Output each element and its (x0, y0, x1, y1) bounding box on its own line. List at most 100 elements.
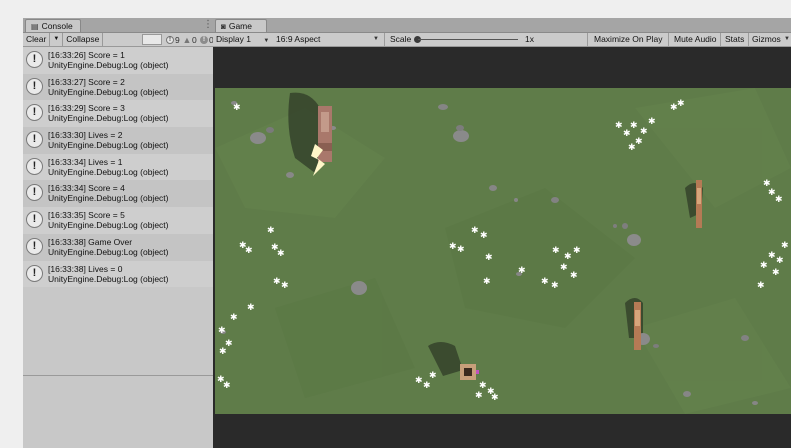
error-icon: ! (200, 35, 208, 44)
tab-console-label: Console (41, 21, 73, 31)
warning-count: 0 (192, 34, 197, 45)
log-message: [16:33:34] Lives = 1 (48, 156, 123, 167)
console-search-field[interactable] (142, 34, 162, 45)
svg-text:✱: ✱ (273, 277, 281, 287)
log-message: [16:33:30] Lives = 2 (48, 130, 123, 141)
log-list: ! [16:33:26] Score = 1 UnityEngine.Debug… (23, 47, 213, 288)
log-entry[interactable]: ! [16:33:34] Lives = 1 UnityEngine.Debug… (23, 153, 213, 181)
maximize-on-play-toggle[interactable]: Maximize On Play (594, 33, 663, 46)
stats-toggle[interactable]: Stats (725, 33, 744, 46)
log-source: UnityEngine.Debug:Log (object) (48, 193, 169, 204)
svg-text:✱: ✱ (247, 303, 255, 313)
tab-console[interactable]: ▤ Console (25, 19, 81, 32)
svg-text:✱: ✱ (630, 121, 638, 131)
display-dropdown[interactable]: Display 1 ▼ (216, 33, 269, 46)
console-detail-splitter[interactable] (23, 375, 213, 376)
svg-text:✱: ✱ (475, 391, 483, 401)
exclamation-icon: ! (26, 211, 43, 229)
clear-dropdown-arrow-icon[interactable]: ▼ (50, 33, 64, 46)
collapse-button[interactable]: Collapse (63, 33, 104, 46)
log-entry[interactable]: ! [16:33:34] Score = 4 UnityEngine.Debug… (23, 180, 213, 208)
toolbar-separator (668, 33, 669, 46)
svg-text:✱: ✱ (551, 281, 559, 291)
svg-text:✱: ✱ (281, 281, 289, 291)
scale-value: 1x (525, 34, 534, 44)
svg-text:✱: ✱ (415, 376, 423, 386)
toolbar-separator (720, 33, 721, 46)
svg-text:✱: ✱ (573, 246, 581, 256)
console-tab-strip: ▤ Console ⋮ (23, 18, 213, 33)
game-scene: ✱✱✱ ✱✱ ✱ ✱✱ ✱ ✱✱✱ ✱✱✱ ✱✱✱ ✱✱ ✱ ✱ ✱✱ ✱✱✱ ✱✱✱ … (215, 88, 791, 414)
svg-text:✱: ✱ (457, 245, 465, 255)
console-menu-icon[interactable]: ⋮ (203, 19, 213, 30)
log-entry[interactable]: ! [16:33:26] Score = 1 UnityEngine.Debug… (23, 47, 213, 74)
svg-text:✱: ✱ (471, 226, 479, 236)
svg-text:✱: ✱ (267, 226, 275, 236)
log-source: UnityEngine.Debug:Log (object) (48, 113, 169, 124)
svg-text:✱: ✱ (677, 99, 685, 109)
log-entry[interactable]: ! [16:33:38] Game Over UnityEngine.Debug… (23, 233, 213, 261)
log-entry[interactable]: ! [16:33:38] Lives = 0 UnityEngine.Debug… (23, 260, 213, 288)
enemy-bottom (634, 302, 641, 350)
svg-text:✱: ✱ (628, 143, 636, 153)
svg-text:✱: ✱ (623, 129, 631, 139)
svg-text:✱: ✱ (223, 381, 231, 391)
scale-slider-track[interactable] (418, 39, 518, 40)
exclamation-icon: ! (26, 237, 43, 255)
warning-count-toggle[interactable]: ▲ 0 (183, 33, 197, 46)
game-tab-strip: ◙ Game (213, 18, 791, 33)
game-panel: ◙ Game Display 1 ▼ 16:9 Aspect ▼ Scale 1… (213, 18, 791, 448)
svg-text:✱: ✱ (485, 253, 493, 263)
svg-text:✱: ✱ (564, 252, 572, 262)
error-count-toggle[interactable]: ! 0 (200, 33, 214, 46)
log-source: UnityEngine.Debug:Log (object) (48, 246, 169, 257)
svg-text:✱: ✱ (218, 326, 226, 336)
svg-text:✱: ✱ (552, 246, 560, 256)
svg-text:✱: ✱ (277, 249, 285, 259)
svg-text:✱: ✱ (429, 371, 437, 381)
toolbar-separator (748, 33, 749, 46)
log-message: [16:33:38] Lives = 0 (48, 263, 123, 274)
exclamation-icon: ! (26, 131, 43, 149)
svg-text:✱: ✱ (518, 266, 526, 276)
log-entry[interactable]: ! [16:33:29] Score = 3 UnityEngine.Debug… (23, 100, 213, 128)
exclamation-icon: ! (26, 184, 43, 202)
log-source: UnityEngine.Debug:Log (object) (48, 140, 169, 151)
console-icon: ▤ (31, 21, 39, 31)
scale-label: Scale (390, 34, 412, 44)
svg-text:✱: ✱ (763, 179, 771, 189)
tab-game[interactable]: ◙ Game (215, 19, 267, 32)
svg-text:✱: ✱ (560, 263, 568, 273)
log-entry[interactable]: ! [16:33:30] Lives = 2 UnityEngine.Debug… (23, 127, 213, 154)
svg-text:✱: ✱ (776, 256, 784, 266)
game-viewport[interactable]: ✱ ✱ ✱ ✱ ✱ ✱ ✱ ✱ ✱ ✱ ✱ ✱ ✱ ✱ ✱ ✱ ✱ ✱ ✱ ✱ ✱ ✱ ✱ ✱ ✱ ✱ ✱ ✱ ✱ ✱ … (215, 88, 791, 414)
log-message: [16:33:35] Score = 5 (48, 210, 125, 221)
toolbar-separator (384, 33, 385, 46)
mute-audio-toggle[interactable]: Mute Audio (674, 33, 717, 46)
gizmos-toggle[interactable]: Gizmos (752, 33, 781, 46)
svg-text:✱: ✱ (757, 281, 765, 291)
exclamation-icon: ! (26, 264, 43, 282)
info-count-toggle[interactable]: ! 9 (166, 33, 180, 46)
gizmos-dropdown-arrow-icon[interactable]: ▼ (784, 33, 790, 46)
log-source: UnityEngine.Debug:Log (object) (48, 166, 169, 177)
svg-text:✱: ✱ (648, 117, 656, 127)
svg-text:✱: ✱ (760, 261, 768, 271)
display-label: Display 1 (216, 34, 251, 44)
exclamation-icon: ! (26, 51, 43, 68)
log-entry[interactable]: ! [16:33:35] Score = 5 UnityEngine.Debug… (23, 207, 213, 234)
exclamation-icon: ! (26, 157, 43, 175)
svg-text:✱: ✱ (640, 127, 648, 137)
svg-text:✱: ✱ (775, 195, 783, 205)
clear-button[interactable]: Clear (23, 33, 51, 46)
log-entry[interactable]: ! [16:33:27] Score = 2 UnityEngine.Debug… (23, 73, 213, 101)
aspect-dropdown[interactable]: 16:9 Aspect ▼ (276, 33, 382, 46)
svg-text:✱: ✱ (449, 242, 457, 252)
svg-text:✱: ✱ (635, 137, 643, 147)
svg-text:✱: ✱ (772, 268, 780, 278)
log-source: UnityEngine.Debug:Log (object) (48, 60, 169, 70)
svg-text:✱: ✱ (423, 381, 431, 391)
svg-text:✱: ✱ (781, 241, 789, 251)
svg-text:✱: ✱ (480, 231, 488, 241)
svg-text:✱: ✱ (768, 251, 776, 261)
